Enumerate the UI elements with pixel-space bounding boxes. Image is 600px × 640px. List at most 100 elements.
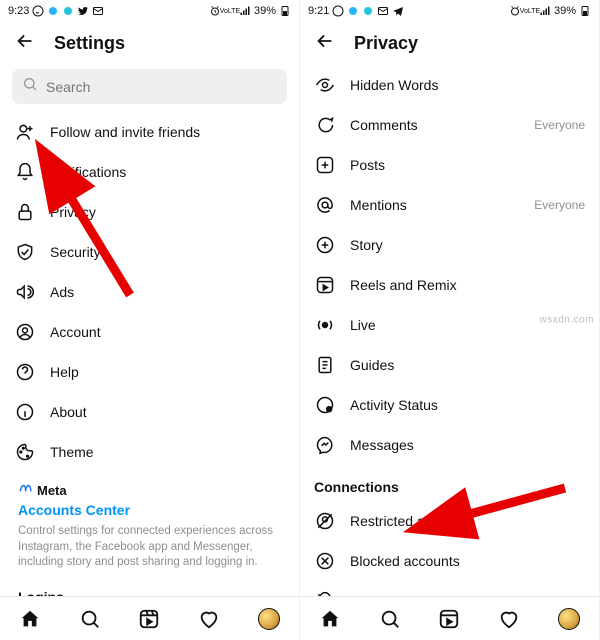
row-hidden-words[interactable]: Hidden Words [306, 65, 593, 105]
row-activity-status[interactable]: Activity Status [306, 385, 593, 425]
row-label: Blocked accounts [350, 553, 585, 569]
battery-icon [579, 5, 591, 17]
row-comments[interactable]: Comments Everyone [306, 105, 593, 145]
bell-icon [14, 161, 36, 183]
status-time: 9:23 [8, 5, 29, 17]
row-trail: Everyone [534, 198, 585, 212]
battery-icon [279, 5, 291, 17]
restricted-icon [314, 510, 336, 532]
page-title: Settings [54, 33, 125, 54]
row-label: Hidden Words [350, 77, 585, 93]
privacy-list: Hidden Words Comments Everyone Posts Men… [300, 65, 599, 596]
row-posts[interactable]: Posts [306, 145, 593, 185]
avatar-icon [558, 608, 580, 630]
row-blocked[interactable]: Blocked accounts [306, 541, 593, 581]
whatsapp-icon [332, 5, 344, 17]
at-icon [314, 194, 336, 216]
row-label: Account [50, 324, 285, 340]
row-label: Mentions [350, 197, 520, 213]
row-label: About [50, 404, 285, 420]
row-reels-remix[interactable]: Reels and Remix [306, 265, 593, 305]
row-restricted[interactable]: Restricted accounts [306, 501, 593, 541]
nav-activity[interactable] [496, 606, 522, 632]
row-label: Ads [50, 284, 285, 300]
row-label: Notifications [50, 164, 285, 180]
row-label: Restricted accounts [350, 513, 585, 529]
status-bar: 9:23 VoLTE 39% [0, 0, 299, 20]
nav-profile[interactable] [256, 606, 282, 632]
status-time: 9:21 [308, 5, 329, 17]
row-notifications[interactable]: Notifications [6, 152, 293, 192]
header: Settings [0, 20, 299, 65]
signal-icon [239, 5, 251, 17]
battery-text: 39% [554, 5, 576, 17]
accounts-center-link[interactable]: Accounts Center [18, 502, 281, 518]
avatar-icon [258, 608, 280, 630]
row-ads[interactable]: Ads [6, 272, 293, 312]
accounts-center-desc: Control settings for connected experienc… [18, 524, 281, 571]
row-label: Theme [50, 444, 285, 460]
lock-icon [14, 201, 36, 223]
help-icon [14, 361, 36, 383]
battery-text: 39% [254, 5, 276, 17]
reels-icon [314, 274, 336, 296]
row-label: Guides [350, 357, 585, 373]
nav-profile[interactable] [556, 606, 582, 632]
header: Privacy [300, 20, 599, 65]
activity-icon [314, 394, 336, 416]
row-theme[interactable]: Theme [6, 432, 293, 472]
person-plus-icon [14, 121, 36, 143]
account-icon [14, 321, 36, 343]
row-about[interactable]: About [6, 392, 293, 432]
row-security[interactable]: Security [6, 232, 293, 272]
row-label: Follow and invite friends [50, 124, 285, 140]
volte-icon: VoLTE [524, 5, 536, 17]
row-follow-invite[interactable]: Follow and invite friends [6, 112, 293, 152]
search-field[interactable] [46, 79, 277, 95]
row-muted[interactable]: Muted accounts [306, 581, 593, 596]
row-label: Reels and Remix [350, 277, 585, 293]
section-connections: Connections [306, 465, 593, 501]
nav-home[interactable] [317, 606, 343, 632]
row-label: Story [350, 237, 585, 253]
status-dot2-icon [62, 5, 74, 17]
eye-slash-icon [314, 74, 336, 96]
row-help[interactable]: Help [6, 352, 293, 392]
row-privacy[interactable]: Privacy [6, 192, 293, 232]
signal-icon [539, 5, 551, 17]
search-input[interactable] [12, 69, 287, 104]
messenger-icon [314, 434, 336, 456]
row-guides[interactable]: Guides [306, 345, 593, 385]
status-dot-icon [47, 5, 59, 17]
status-dot2-icon [362, 5, 374, 17]
megaphone-icon [14, 281, 36, 303]
nav-reels[interactable] [136, 606, 162, 632]
nav-activity[interactable] [196, 606, 222, 632]
story-icon [314, 234, 336, 256]
nav-home[interactable] [17, 606, 43, 632]
status-dot-icon [347, 5, 359, 17]
theme-icon [14, 441, 36, 463]
gmail-icon [377, 5, 389, 17]
settings-screen: 9:23 VoLTE 39% Settings [0, 0, 300, 640]
nav-reels[interactable] [436, 606, 462, 632]
nav-search[interactable] [377, 606, 403, 632]
back-button[interactable] [314, 30, 336, 57]
telegram-icon [392, 5, 404, 17]
meta-block: Meta Accounts Center Control settings fo… [6, 472, 293, 571]
row-trail: Everyone [534, 118, 585, 132]
row-account[interactable]: Account [6, 312, 293, 352]
meta-logo-icon [18, 482, 32, 499]
info-icon [14, 401, 36, 423]
row-label: Posts [350, 157, 585, 173]
nav-search[interactable] [77, 606, 103, 632]
row-story[interactable]: Story [306, 225, 593, 265]
row-label: Privacy [50, 204, 285, 220]
row-mentions[interactable]: Mentions Everyone [306, 185, 593, 225]
bottom-nav [0, 596, 299, 640]
row-label: Security [50, 244, 285, 260]
back-button[interactable] [14, 30, 36, 57]
live-icon [314, 314, 336, 336]
settings-list: Follow and invite friends Notifications … [0, 112, 299, 596]
row-messages[interactable]: Messages [306, 425, 593, 465]
